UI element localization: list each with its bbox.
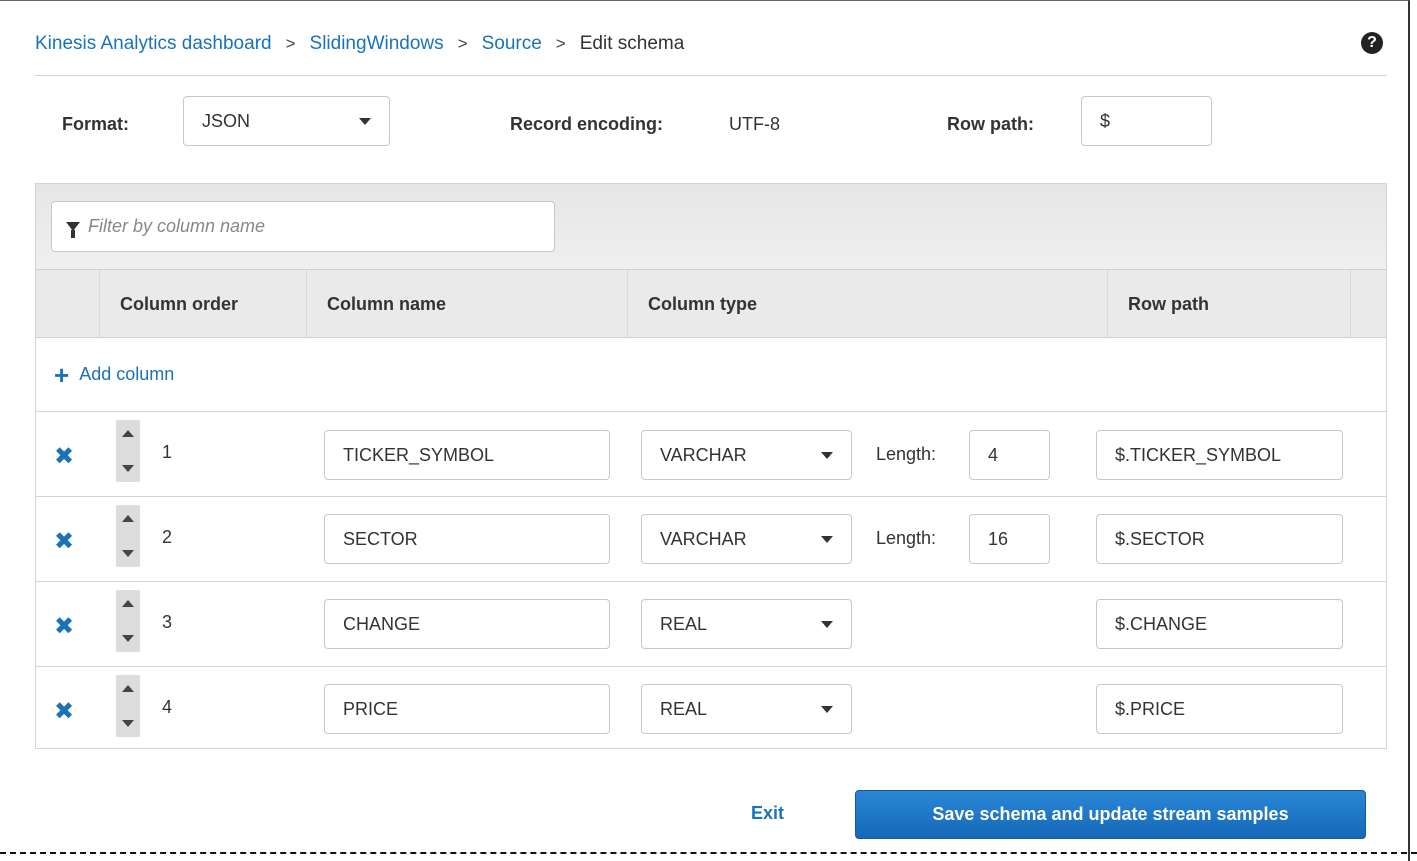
column-type-value: VARCHAR: [660, 528, 747, 549]
close-icon[interactable]: ✖: [54, 530, 74, 554]
filter-bar: Filter by column name: [36, 184, 1386, 270]
header-column-name[interactable]: Column name: [306, 270, 627, 338]
column-order-value: 3: [162, 612, 173, 632]
add-column-row[interactable]: + Add column: [36, 338, 1386, 412]
row-path-field[interactable]: $.TICKER_SYMBOL: [1096, 430, 1343, 480]
schema-table: Filter by column name Column order Colum…: [35, 183, 1387, 749]
close-icon[interactable]: ✖: [54, 445, 74, 469]
length-input[interactable]: 16: [969, 514, 1050, 564]
row-path-field[interactable]: $.SECTOR: [1096, 514, 1343, 564]
header-divider: [35, 75, 1387, 76]
arrow-down-icon[interactable]: [122, 465, 134, 472]
header-spacer: [1350, 270, 1386, 338]
exit-link[interactable]: Exit: [751, 803, 784, 824]
row-path-input[interactable]: $: [1081, 96, 1212, 146]
breadcrumb-link-app[interactable]: SlidingWindows: [310, 33, 444, 55]
row-path-field[interactable]: $.CHANGE: [1096, 599, 1343, 649]
order-stepper[interactable]: [116, 420, 140, 482]
header-row-path[interactable]: Row path: [1107, 270, 1350, 338]
column-type-value: REAL: [660, 698, 708, 719]
column-type-select[interactable]: VARCHAR: [641, 430, 852, 480]
breadcrumb-current: Edit schema: [579, 33, 685, 54]
column-name-value: TICKER_SYMBOL: [343, 444, 495, 465]
row-path-field-value: $.SECTOR: [1115, 528, 1205, 549]
column-order-value: 1: [162, 442, 173, 462]
length-label: Length:: [876, 444, 937, 464]
table-header: Column order Column name Column type Row…: [36, 270, 1386, 338]
arrow-up-icon[interactable]: [122, 685, 134, 692]
chevron-down-icon: [821, 536, 833, 543]
close-icon[interactable]: ✖: [54, 615, 74, 639]
format-select[interactable]: JSON: [183, 96, 390, 146]
column-type-select[interactable]: REAL: [641, 684, 852, 734]
column-order-value: 2: [162, 527, 173, 547]
row-path-field-value: $.TICKER_SYMBOL: [1115, 444, 1282, 465]
chevron-down-icon: [359, 118, 371, 125]
column-name-value: PRICE: [343, 698, 399, 719]
row-path-field[interactable]: $.PRICE: [1096, 684, 1343, 734]
column-type-value: VARCHAR: [660, 444, 747, 465]
arrow-up-icon[interactable]: [122, 600, 134, 607]
record-encoding-label: Record encoding:: [510, 114, 664, 134]
column-name-input[interactable]: SECTOR: [324, 514, 610, 564]
arrow-down-icon[interactable]: [122, 635, 134, 642]
table-row: ✖ 1 TICKER_SYMBOL VARCHAR Length: 4 $.TI…: [36, 412, 1386, 497]
column-name-input[interactable]: CHANGE: [324, 599, 610, 649]
plus-icon: +: [54, 359, 70, 390]
column-name-input[interactable]: PRICE: [324, 684, 610, 734]
column-name-input[interactable]: TICKER_SYMBOL: [324, 430, 610, 480]
row-path-field-value: $.CHANGE: [1115, 613, 1208, 634]
question-circle-icon[interactable]: ?: [1361, 32, 1383, 54]
length-value: 4: [988, 444, 999, 465]
breadcrumb-separator: >: [457, 34, 468, 53]
arrow-up-icon[interactable]: [122, 515, 134, 522]
breadcrumb-separator: >: [555, 34, 566, 53]
chevron-down-icon: [821, 621, 833, 628]
close-icon[interactable]: ✖: [54, 700, 74, 724]
record-encoding-value: UTF-8: [729, 114, 780, 134]
row-path-input-value: $: [1100, 110, 1111, 131]
header-column-order[interactable]: Column order: [99, 270, 306, 338]
order-stepper[interactable]: [116, 675, 140, 737]
add-column-link[interactable]: Add column: [79, 364, 174, 385]
save-schema-button[interactable]: Save schema and update stream samples: [855, 790, 1366, 839]
filter-icon: [66, 222, 80, 238]
table-row: ✖ 2 SECTOR VARCHAR Length: 16 $.SECTOR: [36, 497, 1386, 582]
frame-edge: [0, 852, 1417, 861]
chevron-down-icon: [821, 452, 833, 459]
filter-input[interactable]: Filter by column name: [51, 201, 555, 252]
format-select-value: JSON: [202, 110, 251, 131]
column-type-value: REAL: [660, 613, 708, 634]
filter-placeholder: Filter by column name: [88, 216, 266, 236]
column-order-value: 4: [162, 697, 173, 717]
column-type-select[interactable]: REAL: [641, 599, 852, 649]
row-path-label: Row path:: [947, 114, 1034, 134]
table-row: ✖ 3 CHANGE REAL $.CHANGE: [36, 582, 1386, 667]
table-row: ✖ 4 PRICE REAL $.PRICE: [36, 667, 1386, 752]
length-label: Length:: [876, 528, 937, 548]
chevron-down-icon: [821, 706, 833, 713]
arrow-up-icon[interactable]: [122, 430, 134, 437]
length-input[interactable]: 4: [969, 430, 1050, 480]
column-type-select[interactable]: VARCHAR: [641, 514, 852, 564]
arrow-down-icon[interactable]: [122, 550, 134, 557]
header-column-type[interactable]: Column type: [627, 270, 1107, 338]
breadcrumb: Kinesis Analytics dashboard > SlidingWin…: [35, 30, 684, 58]
arrow-down-icon[interactable]: [122, 720, 134, 727]
column-name-value: SECTOR: [343, 528, 418, 549]
order-stepper[interactable]: [116, 590, 140, 652]
row-path-field-value: $.PRICE: [1115, 698, 1186, 719]
column-name-value: CHANGE: [343, 613, 421, 634]
breadcrumb-link-dashboard[interactable]: Kinesis Analytics dashboard: [35, 33, 272, 55]
order-stepper[interactable]: [116, 505, 140, 567]
format-label: Format:: [62, 114, 129, 134]
breadcrumb-link-source[interactable]: Source: [482, 33, 542, 55]
breadcrumb-separator: >: [285, 34, 296, 53]
length-value: 16: [988, 528, 1009, 549]
